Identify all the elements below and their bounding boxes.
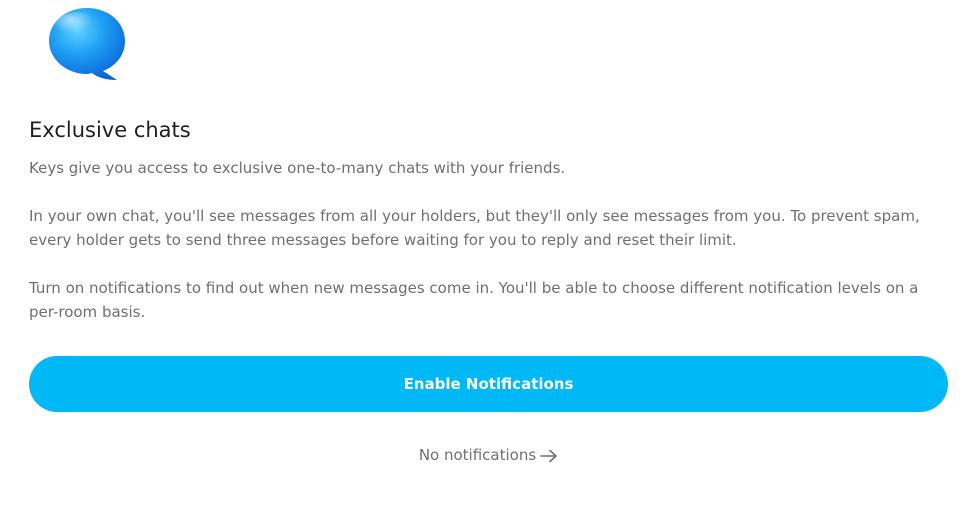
no-notifications-label: No notifications: [418, 446, 537, 464]
chat-bubble-icon: [49, 8, 125, 80]
no-notifications-link[interactable]: No notifications: [0, 443, 967, 467]
description-paragraph-1: Keys give you access to exclusive one-to…: [29, 159, 566, 177]
description-paragraph-3: Turn on notifications to find out when n…: [29, 279, 919, 321]
description-paragraph-2: In your own chat, you'll see messages fr…: [29, 207, 920, 249]
arrow-right-icon: [540, 449, 557, 463]
enable-notifications-button[interactable]: Enable Notifications: [29, 356, 948, 412]
page-title: Exclusive chats: [29, 118, 191, 142]
